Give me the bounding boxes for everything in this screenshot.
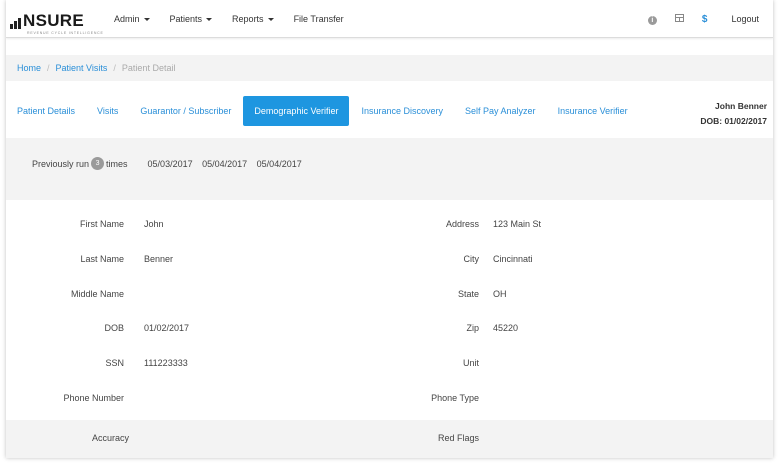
field-label: Phone Number xyxy=(63,393,124,403)
patient-summary: John Benner DOB: 01/02/2017 xyxy=(700,99,767,129)
run-count-badge: 3 xyxy=(91,157,105,170)
brand-name: NSURE xyxy=(23,11,85,30)
app-window: NSURE REVENUE CYCLE INTELLIGENCE Admin P… xyxy=(6,0,773,458)
field-value: Cincinnati xyxy=(493,254,533,264)
nav-right-group: i $ Logout xyxy=(630,0,759,38)
caret-down-icon xyxy=(206,18,213,22)
nav-patients[interactable]: Patients xyxy=(170,14,213,24)
patient-name: John Benner xyxy=(715,101,767,111)
run-history: Previously run 3 times 05/03/2017 05/04/… xyxy=(32,157,309,170)
field-label: Address xyxy=(445,219,479,229)
field-value: 111223333 xyxy=(144,358,188,368)
field-value: 45220 xyxy=(493,323,519,333)
field-label: Red Flags xyxy=(437,433,479,443)
brand-tagline: REVENUE CYCLE INTELLIGENCE xyxy=(27,31,104,35)
logo-bars-icon xyxy=(10,15,21,29)
field-value: Benner xyxy=(144,254,174,264)
nav-reports[interactable]: Reports xyxy=(232,14,274,24)
run-date-link[interactable]: 05/04/2017 xyxy=(202,159,247,169)
run-history-panel: Previously run 3 times 05/03/2017 05/04/… xyxy=(6,138,773,200)
field-value: 123 Main St xyxy=(493,219,542,229)
field-value: 01/02/2017 xyxy=(144,323,190,333)
tab-insurance-discovery[interactable]: Insurance Discovery xyxy=(350,96,454,126)
tab-guarantor-subscriber[interactable]: Guarantor / Subscriber xyxy=(129,96,242,126)
nav-admin[interactable]: Admin xyxy=(114,14,150,24)
logout-link[interactable]: Logout xyxy=(731,14,759,24)
caret-down-icon xyxy=(267,18,274,22)
run-dates: 05/03/2017 05/04/2017 05/04/2017 xyxy=(148,159,309,169)
field-red-flags: Red Flags xyxy=(336,433,636,447)
field-label: Last Name xyxy=(80,254,124,264)
field-label: Accuracy xyxy=(91,433,129,443)
field-label: Zip xyxy=(466,323,479,333)
table-icon[interactable] xyxy=(674,14,684,24)
field-middle-name: Middle Name xyxy=(6,289,306,303)
patient-dob: DOB: 01/02/2017 xyxy=(700,116,767,126)
field-state: State OH xyxy=(336,289,636,303)
field-label: DOB xyxy=(104,323,124,333)
summary-band: Accuracy Red Flags xyxy=(6,420,773,458)
tab-self-pay-analyzer[interactable]: Self Pay Analyzer xyxy=(454,96,547,126)
field-accuracy: Accuracy xyxy=(6,433,306,447)
run-suffix: times xyxy=(106,158,128,169)
field-label: City xyxy=(463,254,480,264)
tab-insurance-verifier[interactable]: Insurance Verifier xyxy=(547,96,639,126)
field-address: Address 123 Main St xyxy=(336,219,636,233)
breadcrumb-separator: / xyxy=(113,63,116,73)
field-label: Middle Name xyxy=(70,289,124,299)
dollar-icon[interactable]: $ xyxy=(702,14,708,25)
run-date-link[interactable]: 05/04/2017 xyxy=(257,159,302,169)
tab-patient-details[interactable]: Patient Details xyxy=(6,96,86,126)
caret-down-icon xyxy=(143,18,150,22)
field-label: Phone Type xyxy=(431,393,479,403)
nav-file-transfer[interactable]: File Transfer xyxy=(294,14,344,24)
info-icon[interactable]: i xyxy=(647,14,657,25)
field-phone-number: Phone Number xyxy=(6,393,306,407)
field-zip: Zip 45220 xyxy=(336,323,636,337)
field-unit: Unit xyxy=(336,358,636,372)
brand-logo[interactable]: NSURE REVENUE CYCLE INTELLIGENCE xyxy=(10,9,103,35)
run-prefix: Previously run xyxy=(32,158,90,169)
top-navbar: NSURE REVENUE CYCLE INTELLIGENCE Admin P… xyxy=(6,0,773,38)
main-menu: Admin Patients Reports File Transfer xyxy=(114,0,364,38)
breadcrumb-separator: / xyxy=(47,63,50,73)
field-dob: DOB 01/02/2017 xyxy=(6,323,306,337)
run-date-link[interactable]: 05/03/2017 xyxy=(148,159,193,169)
field-label: State xyxy=(457,289,479,299)
tab-visits[interactable]: Visits xyxy=(86,96,129,126)
tab-demographic-verifier[interactable]: Demographic Verifier xyxy=(243,96,350,126)
field-last-name: Last Name Benner xyxy=(6,254,306,268)
field-value: OH xyxy=(493,289,507,299)
field-label: Unit xyxy=(462,358,479,368)
field-value: John xyxy=(144,219,164,229)
field-phone-type: Phone Type xyxy=(336,393,636,407)
breadcrumb-home[interactable]: Home xyxy=(17,63,41,73)
breadcrumb: Home / Patient Visits / Patient Detail xyxy=(6,55,773,81)
breadcrumb-current: Patient Detail xyxy=(121,63,176,73)
field-label: First Name xyxy=(79,219,124,229)
field-city: City Cincinnati xyxy=(336,254,636,268)
breadcrumb-patient-visits[interactable]: Patient Visits xyxy=(56,63,108,73)
field-ssn: SSN 111223333 xyxy=(6,358,306,372)
field-first-name: First Name John xyxy=(6,219,306,233)
field-label: SSN xyxy=(105,358,124,368)
patient-tabs: Patient Details Visits Guarantor / Subsc… xyxy=(6,96,639,126)
